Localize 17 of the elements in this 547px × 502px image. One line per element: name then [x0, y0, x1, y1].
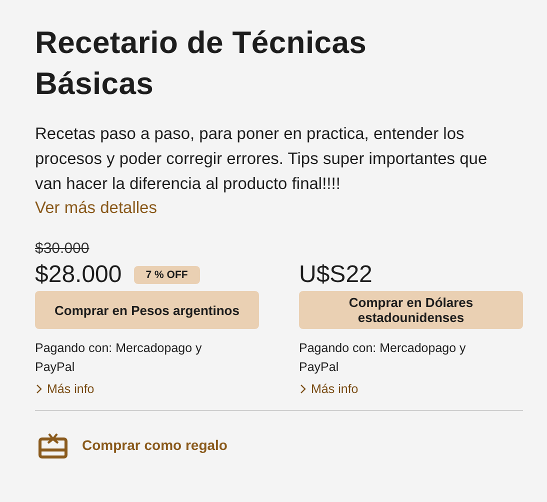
- gift-icon: [38, 431, 68, 459]
- buy-button[interactable]: Comprar en Pesos argentinos: [35, 291, 259, 329]
- old-price: $30.000: [35, 239, 90, 259]
- buy-button[interactable]: Comprar en Dólares estadounidenses: [299, 291, 523, 329]
- details-link[interactable]: Ver más detalles: [35, 197, 157, 219]
- gift-button[interactable]: Comprar como regalo: [38, 431, 228, 459]
- page-title: Recetario de Técnicas Básicas: [35, 24, 368, 103]
- payment-info: Pagando con: Mercadopago y PayPal: [299, 340, 467, 376]
- more-info-link[interactable]: Más info: [299, 382, 358, 396]
- chevron-icon: [35, 384, 43, 394]
- chevron-icon: [299, 384, 307, 394]
- payment-info: Pagando con: Mercadopago y PayPal: [35, 340, 203, 376]
- more-info-link[interactable]: Más info: [35, 382, 94, 396]
- price: $28.000: [35, 261, 122, 289]
- description: Recetas paso a paso, para poner en practica, entender los procesos y poder corregir errores. Tips super importantes que van hacer la diferencia al producto final!!!!: [35, 124, 488, 195]
- discount-badge: 7 % OFF: [134, 266, 200, 284]
- price: U$S22: [299, 261, 372, 289]
